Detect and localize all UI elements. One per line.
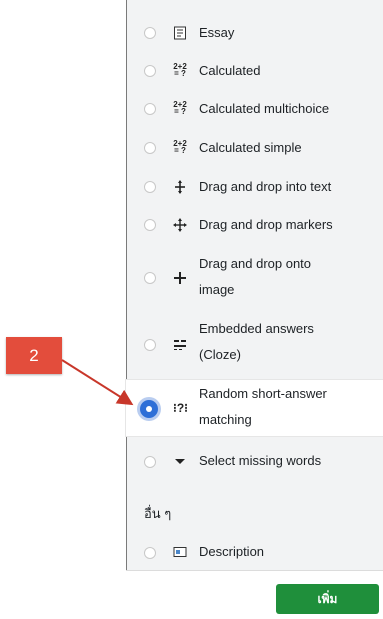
question-type-drag-drop-image[interactable]: Drag and drop onto image [126,251,382,305]
cloze-icon [173,337,187,351]
question-type-label: Drag and drop into text [199,179,332,194]
radio-drag-drop-markers[interactable] [144,219,156,231]
question-type-calculated-simple[interactable]: 2+2 = ? Calculated simple [126,135,382,161]
step-callout: 2 [6,337,62,374]
question-type-label: Drag and drop onto image [199,256,312,297]
radio-essay[interactable] [144,27,156,39]
question-type-drag-drop-markers[interactable]: Drag and drop markers [126,212,382,238]
question-type-label: Calculated simple [199,140,302,155]
radio-description[interactable] [144,547,156,559]
question-type-label: Drag and drop markers [199,217,333,232]
random-match-icon: ⁝?⁝ [173,401,188,415]
question-type-label: Embedded answers (Cloze) [199,321,314,362]
question-type-essay[interactable]: Essay [126,20,382,46]
radio-calculated-simple[interactable] [144,142,156,154]
question-type-drag-drop-text[interactable]: Drag and drop into text [126,174,382,200]
question-type-label: Random short-answer matching [199,386,327,427]
drag-drop-text-icon [173,180,187,194]
question-type-calculated-multichoice[interactable]: 2+2 = ? Calculated multichoice [126,96,382,122]
radio-cloze[interactable] [144,339,156,351]
radio-random-match[interactable] [140,400,158,418]
other-section-title: อื่น ๆ [144,506,172,521]
question-type-cloze[interactable]: Embedded answers (Cloze) [126,316,382,370]
question-type-label: Calculated multichoice [199,101,330,116]
drag-drop-image-icon [173,271,187,285]
question-type-panel [126,0,383,618]
description-icon [173,545,187,559]
essay-icon [173,26,187,40]
drag-drop-markers-icon [173,218,187,232]
question-type-label: Calculated [199,63,261,78]
select-missing-icon [173,454,187,468]
radio-calculated[interactable] [144,65,156,77]
calculated-icon: 2+2 = ? [173,62,187,78]
add-button[interactable]: เพิ่ม [276,584,379,614]
question-type-random-match[interactable]: ⁝?⁝ Random short-answer matching [126,380,382,436]
radio-drag-drop-image[interactable] [144,272,156,284]
calculated-simple-icon: 2+2 = ? [173,139,187,155]
question-type-label: Select missing words [199,453,322,468]
question-type-select-missing[interactable]: Select missing words [126,448,382,474]
question-type-description[interactable]: Description [126,539,382,565]
calculated-multichoice-icon: 2+2 = ? [173,100,187,116]
radio-calculated-multichoice[interactable] [144,103,156,115]
question-type-label: Essay [199,25,235,40]
question-type-calculated[interactable]: 2+2 = ? Calculated [126,58,382,84]
question-type-label: Description [199,544,265,559]
radio-drag-drop-text[interactable] [144,181,156,193]
radio-select-missing[interactable] [144,456,156,468]
